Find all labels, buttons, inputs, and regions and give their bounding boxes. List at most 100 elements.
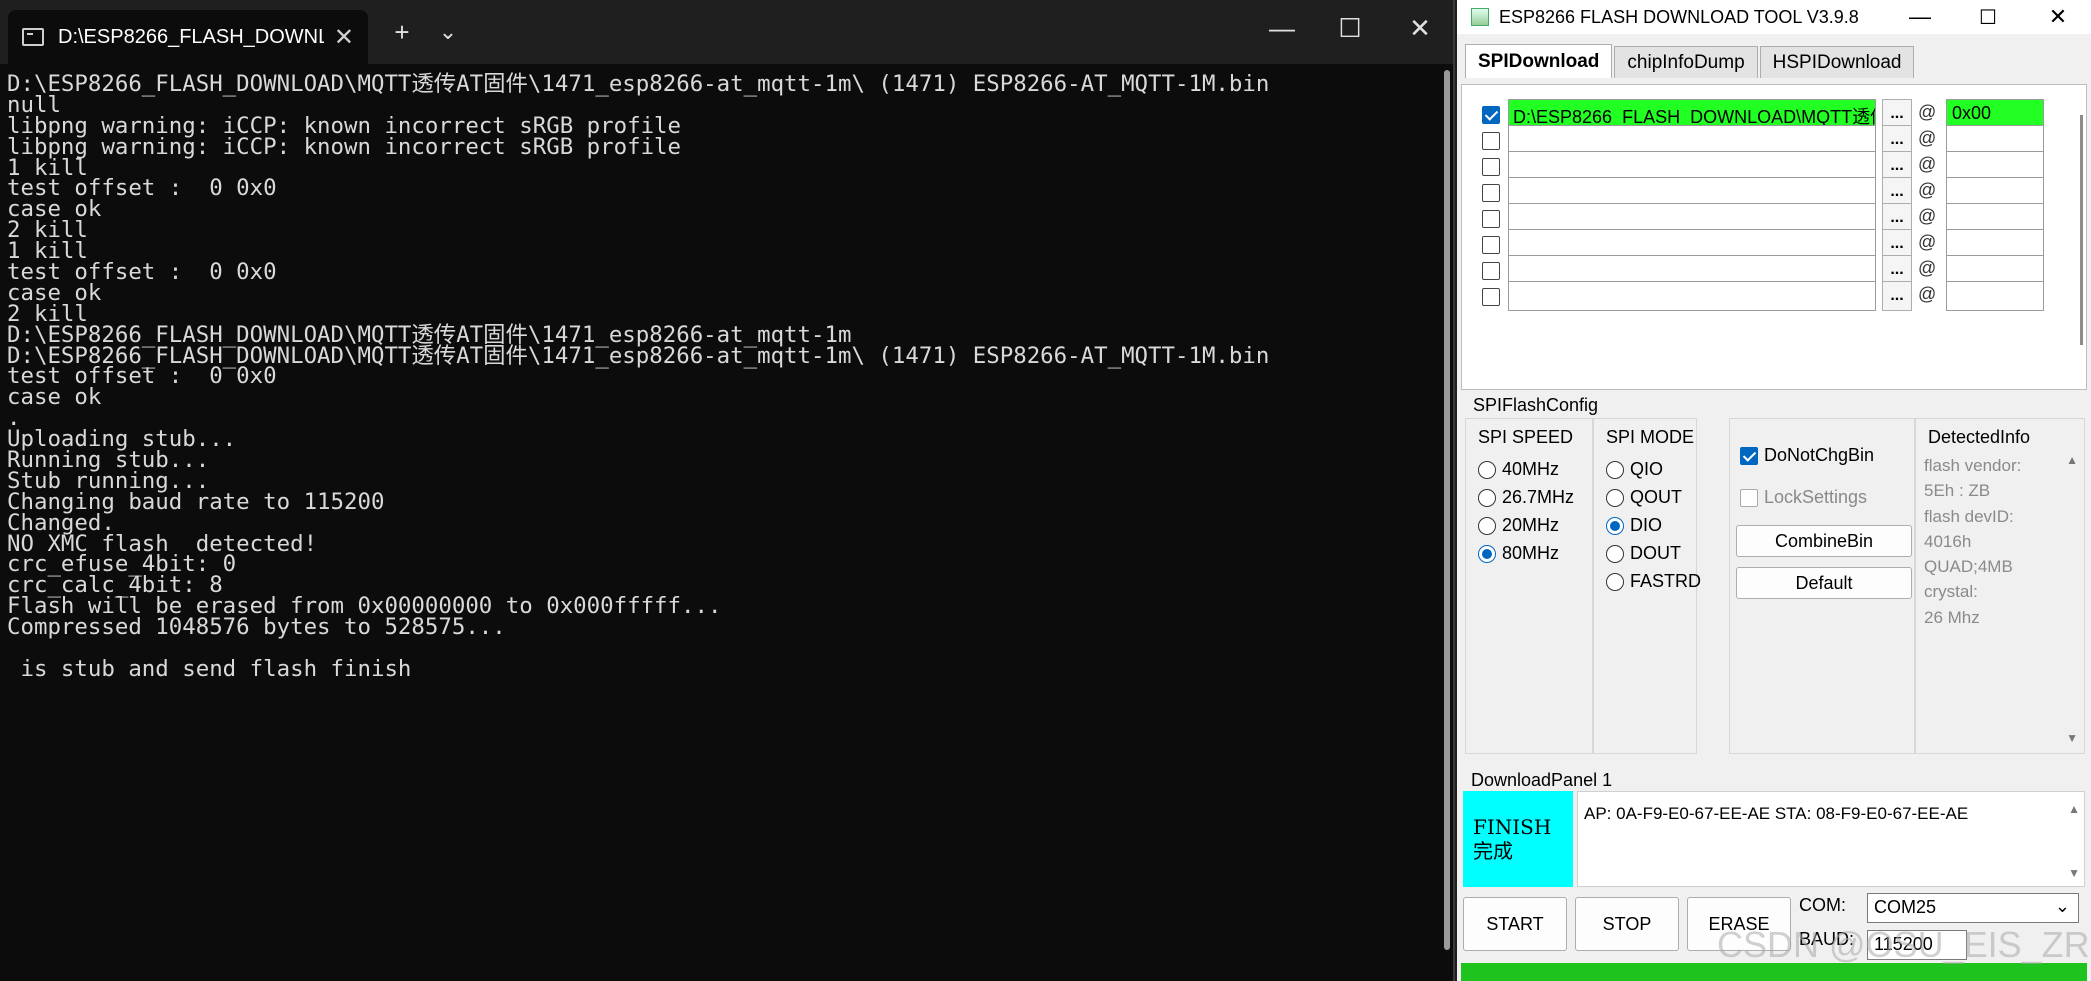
terminal-line: D:\ESP8266_FLASH_DOWNLOAD\MQTT透传AT固件\147…: [7, 321, 852, 348]
terminal-line: test offset : 0 0x0: [7, 259, 277, 286]
spi-mode-radio[interactable]: DIO: [1606, 515, 1662, 536]
new-tab-button[interactable]: +: [378, 12, 426, 52]
do-not-chg-bin-checkbox[interactable]: DoNotChgBin: [1740, 445, 1874, 466]
mac-info-text: AP: 0A-F9-E0-67-EE-AE STA: 08-F9-E0-67-E…: [1584, 804, 1969, 823]
spi-speed-radio[interactable]: 26.7MHz: [1478, 487, 1574, 508]
spi-mode-radio[interactable]: FASTRD: [1606, 571, 1701, 592]
radio-label: DOUT: [1630, 543, 1681, 563]
terminal-line: D:\ESP8266_FLASH_DOWNLOAD\MQTT透传AT固件\147…: [7, 71, 1270, 97]
radio-label: 20MHz: [1502, 515, 1560, 535]
radio-icon: [1478, 544, 1496, 563]
maximize-button[interactable]: ☐: [1957, 0, 2019, 34]
radio-label: QOUT: [1630, 487, 1682, 507]
radio-icon: [1478, 460, 1496, 479]
file-enable-checkbox[interactable]: [1482, 288, 1500, 306]
spi-mode-radio[interactable]: DOUT: [1606, 543, 1681, 564]
file-list-scrollbar[interactable]: [2080, 115, 2083, 345]
detected-info-line: flash devID:: [1924, 506, 2014, 526]
spi-speed-radio[interactable]: 20MHz: [1478, 515, 1559, 536]
close-tab-icon[interactable]: ✕: [334, 23, 354, 52]
radio-label: DIO: [1630, 515, 1663, 535]
detected-info-line: crystal:: [1924, 582, 1978, 602]
detected-info-line: QUAD;4MB: [1924, 557, 2013, 577]
start-button[interactable]: START: [1463, 897, 1567, 951]
tab-spidownload[interactable]: SPIDownload: [1465, 44, 1613, 78]
tool-title: ESP8266 FLASH DOWNLOAD TOOL V3.9.8: [1499, 6, 1859, 27]
spi-mode-radio[interactable]: QIO: [1606, 459, 1663, 480]
at-label: @: [1918, 258, 1937, 278]
detected-info-text: flash vendor: 5Eh : ZB flash devID: 4016h QU…: [1924, 453, 2044, 630]
detected-info-group: DetectedInfo flash vendor: 5Eh : ZB flash …: [1915, 418, 2085, 754]
terminal-line: test offset : 0 0x0: [7, 175, 277, 202]
tool-tabs: SPIDownload chipInfoDump HSPIDownload: [1465, 44, 1916, 78]
minimize-button[interactable]: —: [1889, 0, 1951, 34]
terminal-output[interactable]: D:\ESP8266_FLASH_DOWNLOAD\MQTT透传AT固件\147…: [7, 70, 1441, 981]
radio-label: FASTRD: [1630, 571, 1702, 591]
file-enable-checkbox[interactable]: [1482, 236, 1500, 254]
tab-chipinfodump[interactable]: chipInfoDump: [1614, 46, 1758, 78]
close-button[interactable]: ✕: [1396, 8, 1444, 48]
scroll-up-icon[interactable]: ▲: [2068, 802, 2080, 816]
file-enable-checkbox[interactable]: [1482, 132, 1500, 150]
at-label: @: [1918, 206, 1937, 226]
spi-mode-group: SPI MODE QIO QOUT DIO DOUT FASTRD: [1593, 418, 1701, 754]
file-enable-checkbox[interactable]: [1482, 262, 1500, 280]
scroll-up-icon[interactable]: ▲: [2066, 453, 2078, 467]
detected-info-line: 26 Mhz: [1924, 607, 1980, 627]
options-group: DoNotChgBin LockSettings CombineBin Defa…: [1729, 418, 1915, 754]
radio-icon: [1606, 488, 1624, 507]
file-enable-checkbox[interactable]: [1482, 158, 1500, 176]
detected-info-line: 4016h: [1924, 531, 1972, 551]
terminal-line: crc_calc_4bit: 8: [7, 572, 223, 599]
status-indicator: FINISH 完成: [1463, 791, 1573, 887]
spi-speed-radio[interactable]: 80MHz: [1478, 543, 1559, 564]
chevron-down-icon: ⌄: [2054, 896, 2070, 916]
terminal-window: D:\ESP8266_FLASH_DOWNLO... ✕ + ⌄ — ☐ ✕ D…: [0, 0, 1455, 981]
spi-speed-group: SPI SPEED 40MHz 26.7MHz 20MHz 80MHz: [1465, 418, 1593, 754]
terminal-icon: [22, 28, 44, 46]
scroll-down-icon[interactable]: ▼: [2068, 866, 2080, 880]
status-text: FINISH: [1473, 815, 1552, 839]
radio-icon: [1606, 572, 1624, 591]
radio-icon: [1606, 516, 1624, 535]
radio-label: 26.7MHz: [1502, 487, 1575, 507]
default-button[interactable]: Default: [1736, 567, 1912, 599]
terminal-line: Compressed 1048576 bytes to 528575...: [7, 614, 506, 641]
file-enable-checkbox[interactable]: [1482, 184, 1500, 202]
terminal-scrollbar[interactable]: [1444, 70, 1450, 950]
file-enable-checkbox[interactable]: [1482, 106, 1500, 124]
file-path-field[interactable]: [1508, 281, 1876, 311]
spi-speed-radio[interactable]: 40MHz: [1478, 459, 1559, 480]
lock-settings-label: LockSettings: [1764, 487, 1868, 507]
detected-info-title: DetectedInfo: [1928, 427, 2031, 447]
checkbox-icon: [1740, 488, 1758, 507]
stop-button[interactable]: STOP: [1575, 897, 1679, 951]
watermark: CSDN @OSU_EIS_ZR: [1717, 924, 2090, 965]
terminal-line: libpng warning: iCCP: known incorrect sR…: [7, 112, 682, 139]
spi-flash-config-title: SPIFlashConfig: [1471, 395, 1601, 416]
tab-dropdown-button[interactable]: ⌄: [424, 12, 472, 52]
close-button[interactable]: ✕: [2027, 0, 2089, 34]
terminal-line: D:\ESP8266_FLASH_DOWNLOAD\MQTT透传AT固件\147…: [7, 342, 1270, 369]
detected-info-line: 5Eh : ZB: [1924, 481, 1991, 501]
terminal-line: Uploading stub...: [7, 426, 237, 453]
combine-bin-button[interactable]: CombineBin: [1736, 525, 1912, 557]
flash-address-field[interactable]: [1946, 281, 2044, 311]
maximize-button[interactable]: ☐: [1326, 8, 1374, 48]
terminal-tab[interactable]: D:\ESP8266_FLASH_DOWNLO... ✕: [8, 10, 368, 64]
lock-settings-checkbox[interactable]: LockSettings: [1740, 487, 1867, 508]
scroll-down-icon[interactable]: ▼: [2066, 731, 2078, 745]
radio-label: QIO: [1630, 459, 1664, 479]
tab-hspidownload[interactable]: HSPIDownload: [1759, 46, 1915, 78]
mac-info-box[interactable]: AP: 0A-F9-E0-67-EE-AE STA: 08-F9-E0-67-E…: [1577, 791, 2085, 887]
do-not-chg-bin-label: DoNotChgBin: [1764, 445, 1875, 465]
com-port-select[interactable]: COM25 ⌄: [1867, 893, 2079, 923]
file-enable-checkbox[interactable]: [1482, 210, 1500, 228]
terminal-line: libpng warning: iCCP: known incorrect sR…: [7, 133, 682, 160]
spi-speed-title: SPI SPEED: [1478, 427, 1574, 447]
spi-mode-radio[interactable]: QOUT: [1606, 487, 1682, 508]
at-label: @: [1918, 102, 1937, 122]
minimize-button[interactable]: —: [1258, 8, 1306, 48]
browse-button[interactable]: ...: [1882, 281, 1912, 311]
spi-mode-title: SPI MODE: [1606, 427, 1695, 447]
